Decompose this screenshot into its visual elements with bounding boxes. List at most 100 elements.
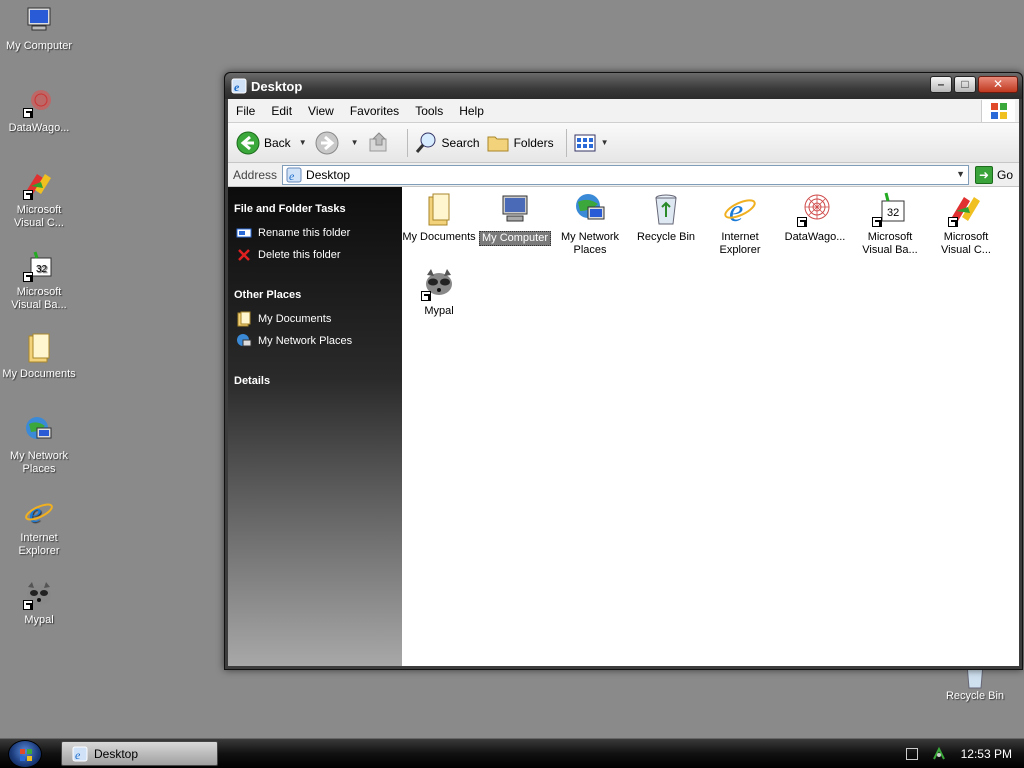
folders-icon xyxy=(487,136,509,151)
desktop-icon-internet-explorer[interactable]: e Internet Explorer xyxy=(1,496,77,558)
shortcut-arrow-icon xyxy=(948,217,958,227)
file-item-my-documents[interactable]: My Documents xyxy=(401,191,477,244)
go-label: Go xyxy=(996,167,1013,182)
rename-folder-link[interactable]: Rename this folder xyxy=(234,225,396,241)
desktop-icon-my-computer[interactable]: My Computer xyxy=(1,4,77,53)
file-item-datawagon[interactable]: DataWago... xyxy=(777,191,853,244)
maximize-button[interactable]: □ xyxy=(954,76,976,93)
desktop-icon-label: Mypal xyxy=(24,614,54,626)
datawagon-icon xyxy=(23,86,55,118)
go-arrow-icon: ➜ xyxy=(974,165,993,184)
internet-explorer-icon: e xyxy=(23,496,55,529)
menu-favorites[interactable]: Favorites xyxy=(342,104,407,118)
other-places-header[interactable]: Other Places xyxy=(234,289,396,301)
details-header[interactable]: Details xyxy=(234,375,396,387)
file-item-label: My Documents xyxy=(402,231,476,243)
svg-text:e: e xyxy=(29,498,41,528)
network-places-icon xyxy=(23,414,55,446)
file-item-visual-c[interactable]: Microsoft Visual C... xyxy=(928,191,1004,257)
my-computer-icon xyxy=(23,4,55,36)
desktop-icon-network-places[interactable]: My Network Places xyxy=(1,414,77,476)
start-button[interactable] xyxy=(8,740,42,768)
other-places-my-documents-label: My Documents xyxy=(258,313,332,325)
search-label: Search xyxy=(441,135,480,150)
desktop-icon-label: Internet Explorer xyxy=(18,532,60,557)
close-button[interactable]: ✕ xyxy=(978,76,1018,93)
go-button[interactable]: ➜ Go xyxy=(969,165,1019,184)
datawagon-icon xyxy=(797,191,833,227)
internet-explorer-icon: e xyxy=(722,191,758,228)
svg-text:e: e xyxy=(234,80,240,94)
taskbar: e Desktop 12:53 PM xyxy=(0,738,1024,768)
forward-arrow-icon xyxy=(315,131,339,154)
file-item-internet-explorer[interactable]: e Internet Explorer xyxy=(702,191,778,257)
window-title: Desktop xyxy=(251,78,303,94)
file-item-label: Microsoft Visual C... xyxy=(941,231,991,256)
menu-help[interactable]: Help xyxy=(451,104,492,118)
file-item-visual-basic[interactable]: 32 Microsoft Visual Ba... xyxy=(852,191,928,257)
shortcut-arrow-icon xyxy=(23,108,33,118)
back-dropdown-icon[interactable]: ▼ xyxy=(299,138,307,147)
desktop-icon-label: DataWago... xyxy=(8,122,70,134)
menu-tools[interactable]: Tools xyxy=(407,104,451,118)
up-folder-icon xyxy=(369,131,387,151)
desktop-icon-my-documents[interactable]: My Documents xyxy=(1,332,77,381)
other-places-network[interactable]: My Network Places xyxy=(234,333,396,349)
address-dropdown-icon[interactable]: ▼ xyxy=(956,169,965,179)
desktop-icon-mypal[interactable]: Mypal xyxy=(1,578,77,627)
file-folder-tasks-header[interactable]: File and Folder Tasks xyxy=(234,203,396,215)
menu-file[interactable]: File xyxy=(228,104,263,118)
other-places-my-documents[interactable]: My Documents xyxy=(234,311,396,327)
clock[interactable]: 12:53 PM xyxy=(961,747,1012,761)
address-field[interactable]: e Desktop ▼ xyxy=(282,164,969,185)
up-folder-button[interactable] xyxy=(367,131,395,155)
desktop-icon-label: My Network Places xyxy=(9,450,69,475)
menu-view[interactable]: View xyxy=(300,104,342,118)
mypal-icon xyxy=(421,265,457,301)
file-item-recycle-bin[interactable]: Recycle Bin xyxy=(628,191,704,244)
menu-edit[interactable]: Edit xyxy=(263,104,300,118)
delete-x-icon xyxy=(238,249,250,261)
search-button[interactable]: Search xyxy=(414,131,480,155)
taskbar-button-desktop[interactable]: e Desktop xyxy=(61,741,218,766)
svg-text:e: e xyxy=(75,748,81,762)
address-value: Desktop xyxy=(306,167,351,182)
back-arrow-icon xyxy=(236,131,260,154)
views-button[interactable]: ▼ xyxy=(573,131,609,155)
explorer-icon: e xyxy=(72,746,88,762)
file-item-mypal[interactable]: Mypal xyxy=(401,265,477,318)
minimize-icon: – xyxy=(937,77,945,91)
rename-folder-label: Rename this folder xyxy=(258,227,351,239)
desktop-icon-datawagon[interactable]: DataWago... xyxy=(1,86,77,135)
svg-text:32: 32 xyxy=(887,207,899,219)
network-status-icon[interactable] xyxy=(931,746,947,762)
my-documents-icon xyxy=(23,332,55,364)
desktop-folder-icon: e xyxy=(286,167,302,183)
file-item-network-places[interactable]: My Network Places xyxy=(552,191,628,257)
desktop-icon-visual-basic[interactable]: 32 Microsoft Visual Ba... xyxy=(1,250,77,312)
shortcut-arrow-icon xyxy=(421,291,431,301)
desktop-icon-label: My Documents xyxy=(2,368,76,380)
forward-dropdown-icon[interactable]: ▼ xyxy=(351,138,359,147)
delete-folder-link[interactable]: Delete this folder xyxy=(234,247,396,263)
folders-label: Folders xyxy=(513,135,554,150)
minimize-button[interactable]: – xyxy=(930,76,952,93)
file-list[interactable]: My Documents My Computer My Network Plac… xyxy=(402,187,1019,666)
file-item-my-computer[interactable]: My Computer xyxy=(477,191,553,246)
file-folder-tasks-panel: File and Folder Tasks Rename this folder… xyxy=(234,203,396,263)
folders-button[interactable]: Folders xyxy=(486,131,554,155)
forward-button[interactable] xyxy=(315,131,343,155)
file-item-label: Mypal xyxy=(424,305,454,317)
toolbar-separator xyxy=(565,128,567,157)
back-button[interactable]: Back xyxy=(236,131,291,155)
desktop-icon-visual-c[interactable]: Microsoft Visual C... xyxy=(1,168,77,230)
window-titlebar[interactable]: e Desktop – □ ✕ xyxy=(225,73,1022,99)
toolbar: Back ▼ ▼ Search Folders ▼ xyxy=(228,123,1019,163)
recycle-bin-icon xyxy=(648,191,684,227)
close-icon: ✕ xyxy=(992,77,1004,91)
network-places-icon xyxy=(572,191,608,227)
details-panel: Details xyxy=(234,375,396,387)
back-label: Back xyxy=(264,135,291,150)
file-item-label: Recycle Bin xyxy=(636,231,696,243)
visual-c-icon xyxy=(23,168,55,200)
